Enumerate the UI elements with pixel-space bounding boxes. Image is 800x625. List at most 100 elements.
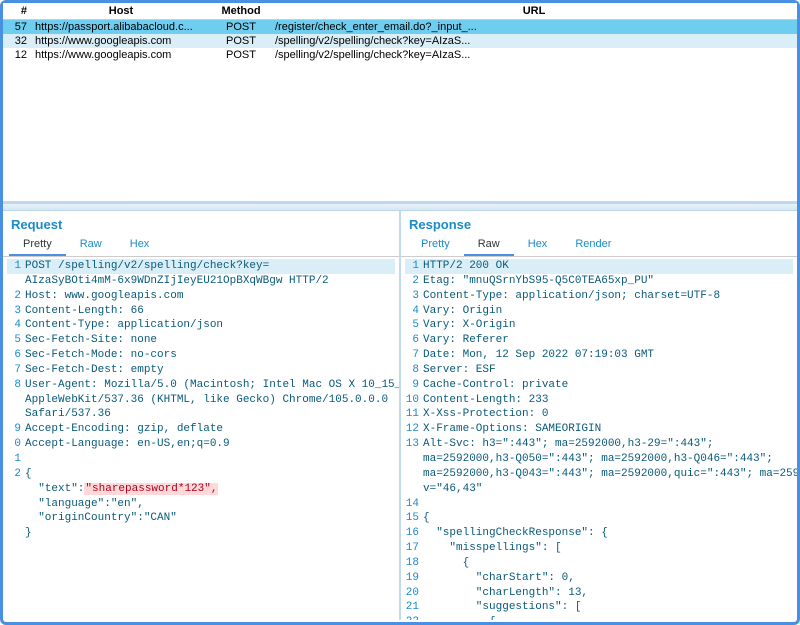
code-line: 14 xyxy=(405,497,793,512)
gutter: 4 xyxy=(7,318,25,333)
highlighted-password: "sharepassword*123", xyxy=(84,483,218,495)
code-text: Accept-Language: en-US,en;q=0.9 xyxy=(25,437,230,452)
cell-num: 57 xyxy=(3,20,31,35)
gutter: 8 xyxy=(405,363,423,378)
gutter xyxy=(405,467,423,482)
tab-pretty[interactable]: Pretty xyxy=(407,236,464,256)
code-line: 2Host: www.googleapis.com xyxy=(7,289,395,304)
code-text: ma=2592000,h3-Q050=":443"; ma=2592000,h3… xyxy=(423,452,773,467)
code-line: 6Sec-Fetch-Mode: no-cors xyxy=(7,348,395,363)
table-row[interactable]: 32https://www.googleapis.comPOST/spellin… xyxy=(3,34,797,48)
gutter: 14 xyxy=(405,497,423,512)
gutter: 5 xyxy=(7,333,25,348)
gutter: 17 xyxy=(405,541,423,556)
request-title: Request xyxy=(3,211,399,236)
gutter: 19 xyxy=(405,571,423,586)
cell-url: /spelling/v2/spelling/check?key=AIzaS... xyxy=(271,48,797,62)
code-line: 5Vary: X-Origin xyxy=(405,318,793,333)
cell-host: https://passport.alibabacloud.c... xyxy=(31,20,211,35)
code-line: 8User-Agent: Mozilla/5.0 (Macintosh; Int… xyxy=(7,378,395,393)
code-text: Accept-Encoding: gzip, deflate xyxy=(25,422,223,437)
code-line: 0Accept-Language: en-US,en;q=0.9 xyxy=(7,437,395,452)
code-line: 18 { xyxy=(405,556,793,571)
cell-method: POST xyxy=(211,48,271,62)
code-line: ma=2592000,h3-Q050=":443"; ma=2592000,h3… xyxy=(405,452,793,467)
code-line: "originCountry":"CAN" xyxy=(7,511,395,526)
code-text: X-Frame-Options: SAMEORIGIN xyxy=(423,422,601,437)
gutter: 2 xyxy=(405,274,423,289)
code-text: Vary: Origin xyxy=(423,304,502,319)
gutter: 12 xyxy=(405,422,423,437)
code-text: "spellingCheckResponse": { xyxy=(423,526,608,541)
gutter: 6 xyxy=(7,348,25,363)
header-method[interactable]: Method xyxy=(211,3,271,20)
gutter: 0 xyxy=(7,437,25,452)
code-text: Content-Type: application/json; charset=… xyxy=(423,289,720,304)
tab-render[interactable]: Render xyxy=(561,236,625,256)
code-line: ma=2592000,h3-Q043=":443"; ma=2592000,qu… xyxy=(405,467,793,482)
response-editor[interactable]: 1HTTP/2 200 OK2Etag: "mnuQSrnYbS95-Q5C0T… xyxy=(401,257,797,620)
cell-num: 12 xyxy=(3,48,31,62)
header-host[interactable]: Host xyxy=(31,3,211,20)
gutter: 11 xyxy=(405,407,423,422)
code-text: { xyxy=(423,556,469,571)
tab-raw[interactable]: Raw xyxy=(464,236,514,256)
gutter xyxy=(405,482,423,497)
gutter xyxy=(7,274,25,289)
gutter: 10 xyxy=(405,393,423,408)
tab-hex[interactable]: Hex xyxy=(116,236,164,256)
code-text: "charStart": 0, xyxy=(423,571,575,586)
code-text: Vary: Referer xyxy=(423,333,509,348)
code-text: ma=2592000,h3-Q043=":443"; ma=2592000,qu… xyxy=(423,467,797,482)
gutter xyxy=(7,393,25,408)
code-line: 3Content-Type: application/json; charset… xyxy=(405,289,793,304)
code-line: "language":"en", xyxy=(7,497,395,512)
response-title: Response xyxy=(401,211,797,236)
code-line: 8Server: ESF xyxy=(405,363,793,378)
gutter: 3 xyxy=(405,289,423,304)
code-line: 21 "suggestions": [ xyxy=(405,600,793,615)
table-row[interactable]: 57https://passport.alibabacloud.c...POST… xyxy=(3,20,797,35)
tab-hex[interactable]: Hex xyxy=(514,236,562,256)
code-line: 1POST /spelling/v2/spelling/check?key= xyxy=(7,259,395,274)
header-url[interactable]: URL xyxy=(271,3,797,20)
tab-raw[interactable]: Raw xyxy=(66,236,116,256)
gutter xyxy=(405,452,423,467)
gutter: 15 xyxy=(405,511,423,526)
header-num[interactable]: # xyxy=(3,3,31,20)
gutter: 1 xyxy=(7,259,25,274)
table-row[interactable]: 12https://www.googleapis.comPOST/spellin… xyxy=(3,48,797,62)
code-line: 11X-Xss-Protection: 0 xyxy=(405,407,793,422)
tab-pretty[interactable]: Pretty xyxy=(9,236,66,256)
gutter: 7 xyxy=(405,348,423,363)
code-line: 9Accept-Encoding: gzip, deflate xyxy=(7,422,395,437)
gutter: 9 xyxy=(7,422,25,437)
code-line: 16 "spellingCheckResponse": { xyxy=(405,526,793,541)
gutter: 6 xyxy=(405,333,423,348)
gutter: 8 xyxy=(7,378,25,393)
code-line: 17 "misspellings": [ xyxy=(405,541,793,556)
code-line: 10Content-Length: 233 xyxy=(405,393,793,408)
code-text: Cache-Control: private xyxy=(423,378,568,393)
code-line: v="46,43" xyxy=(405,482,793,497)
cell-method: POST xyxy=(211,20,271,35)
code-text: Date: Mon, 12 Sep 2022 07:19:03 GMT xyxy=(423,348,654,363)
request-tabs: PrettyRawHex xyxy=(3,236,399,257)
code-line: 2Etag: "mnuQSrnYbS95-Q5C0TEA65xp_PU" xyxy=(405,274,793,289)
code-line: 13Alt-Svc: h3=":443"; ma=2592000,h3-29="… xyxy=(405,437,793,452)
http-history-table[interactable]: # Host Method URL 57https://passport.ali… xyxy=(3,3,797,62)
code-text: AppleWebKit/537.36 (KHTML, like Gecko) C… xyxy=(25,393,388,408)
code-line: 1 xyxy=(7,452,395,467)
code-text: Host: www.googleapis.com xyxy=(25,289,183,304)
gutter: 13 xyxy=(405,437,423,452)
gutter: 3 xyxy=(7,304,25,319)
code-line: 6Vary: Referer xyxy=(405,333,793,348)
code-line: 5Sec-Fetch-Site: none xyxy=(7,333,395,348)
code-text: Etag: "mnuQSrnYbS95-Q5C0TEA65xp_PU" xyxy=(423,274,654,289)
response-tabs: PrettyRawHexRender xyxy=(401,236,797,257)
table-header-row: # Host Method URL xyxy=(3,3,797,20)
code-line: AIzaSyBOti4mM-6x9WDnZIjIeyEU21OpBXqWBgw … xyxy=(7,274,395,289)
request-editor[interactable]: 1POST /spelling/v2/spelling/check?key=AI… xyxy=(3,257,399,620)
gutter: 9 xyxy=(405,378,423,393)
request-panel: Request PrettyRawHex 1POST /spelling/v2/… xyxy=(3,211,401,620)
